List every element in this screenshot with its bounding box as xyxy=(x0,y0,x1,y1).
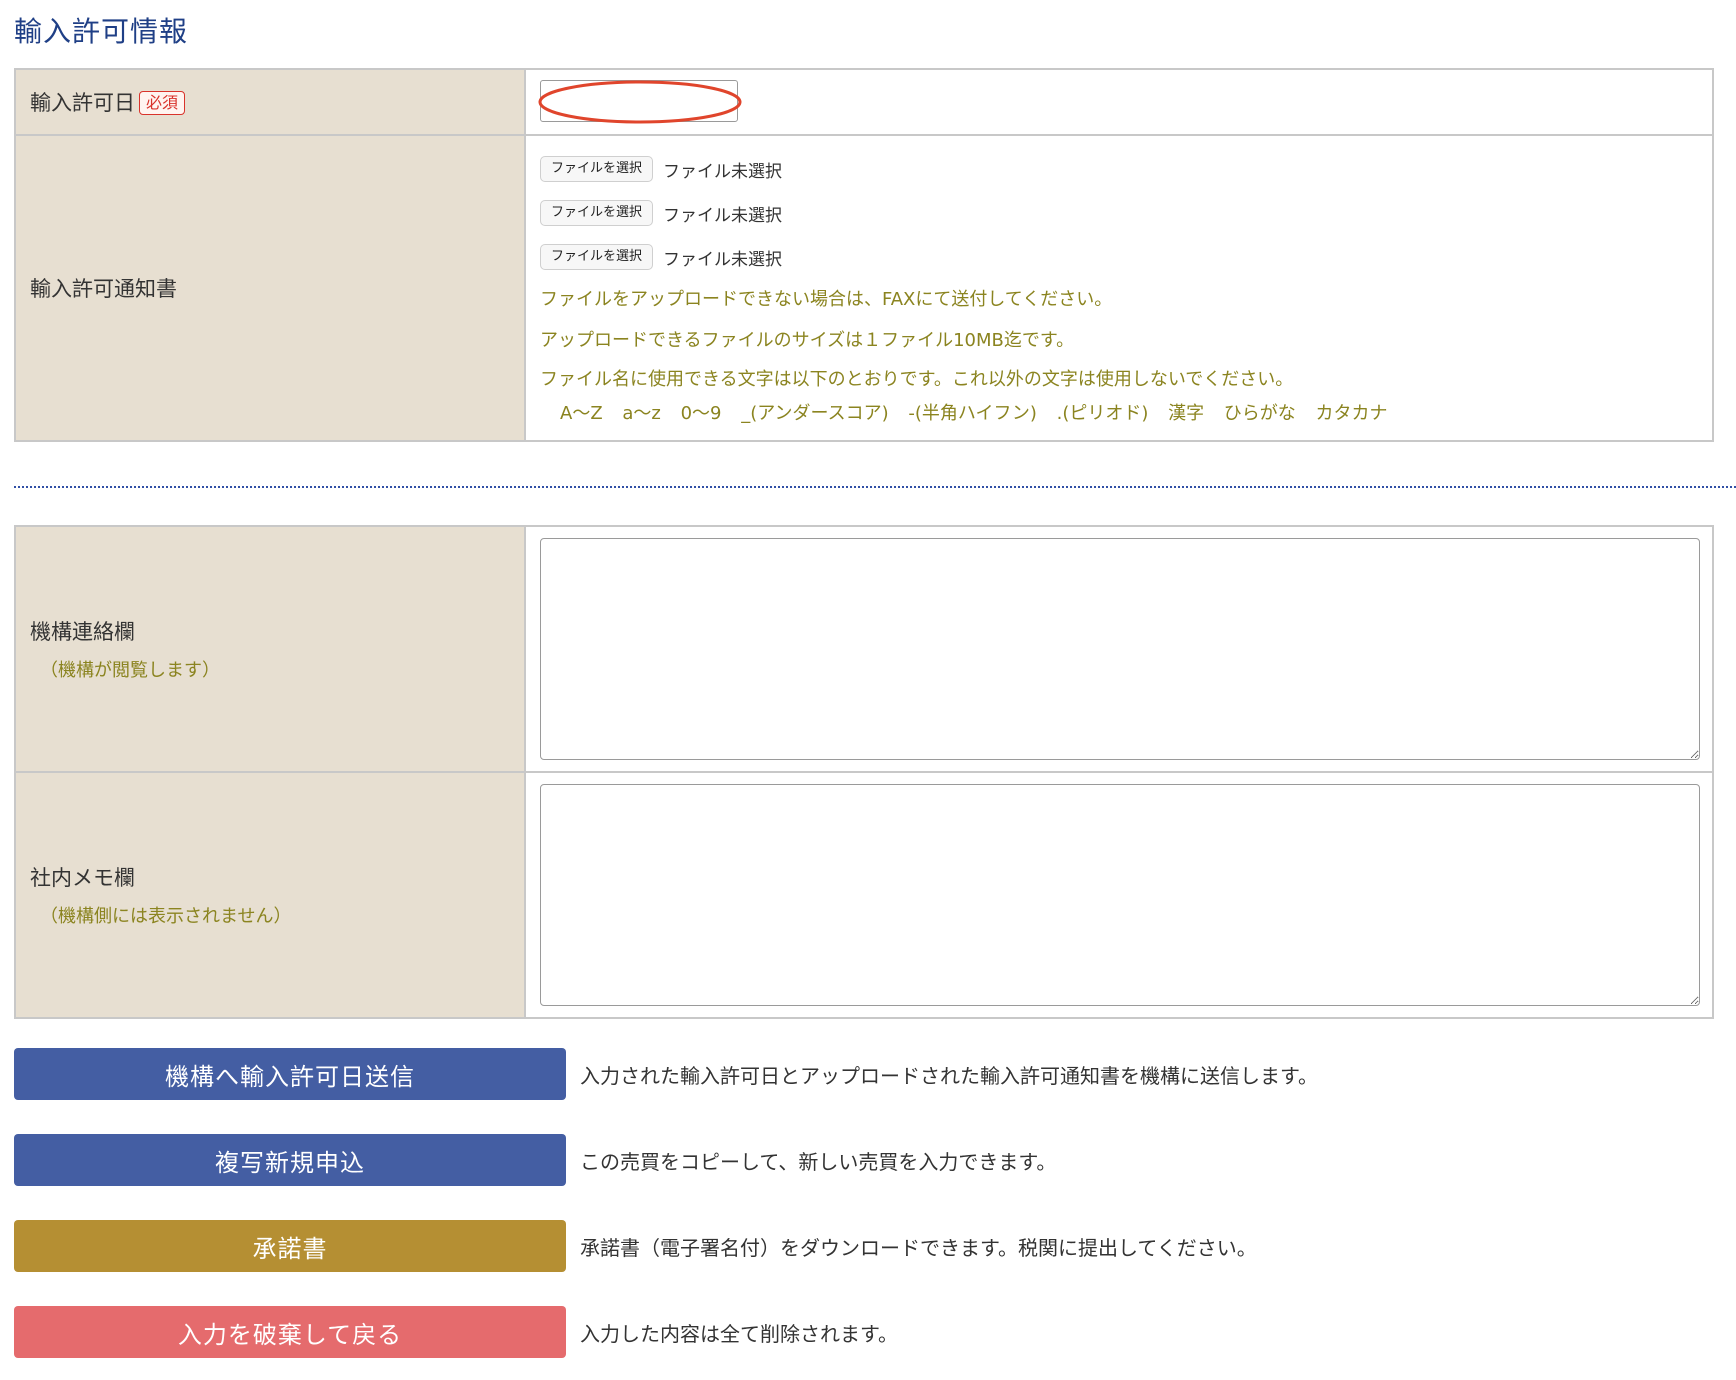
discard-and-return-description: 入力した内容は全て削除されます。 xyxy=(580,1321,898,1346)
upload-note-filename: ファイル名に使用できる文字は以下のとおりです。これ以外の文字は使用しないでくださ… xyxy=(540,369,1294,390)
permit-notice-row: 輸入許可通知書 ファイルを選択 ファイル未選択 ファイルを選択 ファイル未選択 … xyxy=(14,134,1714,442)
permit-date-wrapper xyxy=(538,80,742,124)
agency-memo-label-cell: 機構連絡欄 （機構が閲覧します） xyxy=(14,525,526,773)
send-permit-date-description: 入力された輸入許可日とアップロードされた輸入許可通知書を機構に送信します。 xyxy=(580,1063,1318,1088)
internal-memo-sublabel: （機構側には表示されません） xyxy=(40,906,292,927)
agency-memo-row: 機構連絡欄 （機構が閲覧します） xyxy=(14,525,1714,773)
file-status-3: ファイル未選択 xyxy=(663,249,783,270)
file-status-2: ファイル未選択 xyxy=(663,205,783,226)
copy-new-application-description: この売買をコピーして、新しい売買を入力できます。 xyxy=(580,1149,1057,1174)
discard-and-return-button[interactable]: 入力を破棄して戻る xyxy=(14,1306,566,1358)
permit-date-input[interactable] xyxy=(540,80,738,122)
section-title: 輸入許可情報 xyxy=(14,15,189,48)
agency-memo-label: 機構連絡欄 xyxy=(30,620,135,644)
file-status-1: ファイル未選択 xyxy=(663,161,783,182)
required-badge: 必須 xyxy=(139,91,186,115)
file-upload-2: ファイルを選択 ファイル未選択 xyxy=(540,191,1698,235)
permit-date-row: 輸入許可日 必須 xyxy=(14,68,1714,136)
agency-memo-sublabel: （機構が閲覧します） xyxy=(40,660,220,681)
action-consent: 承諾書 承諾書（電子署名付）をダウンロードできます。税関に提出してください。 xyxy=(14,1220,1257,1272)
file-upload-3: ファイルを選択 ファイル未選択 xyxy=(540,235,1698,279)
action-copy-new: 複写新規申込 この売買をコピーして、新しい売買を入力できます。 xyxy=(14,1134,1056,1186)
consent-document-button[interactable]: 承諾書 xyxy=(14,1220,566,1272)
action-discard: 入力を破棄して戻る 入力した内容は全て削除されます。 xyxy=(14,1306,898,1358)
permit-date-label-cell: 輸入許可日 必須 xyxy=(14,68,526,136)
internal-memo-textarea[interactable] xyxy=(540,784,1700,1006)
choose-file-button-3[interactable]: ファイルを選択 xyxy=(540,244,654,270)
choose-file-button-2[interactable]: ファイルを選択 xyxy=(540,200,654,226)
permit-date-label: 輸入許可日 xyxy=(30,91,135,115)
permit-notice-label: 輸入許可通知書 xyxy=(30,277,177,301)
internal-memo-label-cell: 社内メモ欄 （機構側には表示されません） xyxy=(14,771,526,1019)
action-send-permit: 機構へ輸入許可日送信 入力された輸入許可日とアップロードされた輸入許可通知書を機… xyxy=(14,1048,1318,1100)
permit-notice-label-cell: 輸入許可通知書 xyxy=(14,134,526,442)
consent-document-description: 承諾書（電子署名付）をダウンロードできます。税関に提出してください。 xyxy=(580,1235,1257,1260)
agency-memo-value-cell xyxy=(524,525,1714,773)
internal-memo-label: 社内メモ欄 xyxy=(30,866,135,890)
permit-info-table: 輸入許可日 必須 輸入許可通知書 ファイルを選択 ファイル未選択 ファイルを選択 … xyxy=(14,68,1714,442)
memo-table: 機構連絡欄 （機構が閲覧します） 社内メモ欄 （機構側には表示されません） xyxy=(14,525,1714,1019)
permit-notice-value-cell: ファイルを選択 ファイル未選択 ファイルを選択 ファイル未選択 ファイルを選択 … xyxy=(524,134,1714,442)
allowed-characters: A〜Z a〜z 0〜9 _(アンダースコア) -(半角ハイフン) .(ピリオド)… xyxy=(560,403,1388,424)
upload-note-fax: ファイルをアップロードできない場合は、FAXにて送付してください。 xyxy=(540,289,1113,310)
section-divider xyxy=(14,486,1736,488)
agency-memo-textarea[interactable] xyxy=(540,538,1700,760)
copy-new-application-button[interactable]: 複写新規申込 xyxy=(14,1134,566,1186)
send-permit-date-button[interactable]: 機構へ輸入許可日送信 xyxy=(14,1048,566,1100)
file-upload-1: ファイルを選択 ファイル未選択 xyxy=(540,147,1698,191)
choose-file-button-1[interactable]: ファイルを選択 xyxy=(540,156,654,182)
internal-memo-row: 社内メモ欄 （機構側には表示されません） xyxy=(14,771,1714,1019)
internal-memo-value-cell xyxy=(524,771,1714,1019)
upload-note-size: アップロードできるファイルのサイズは１ファイル10MB迄です。 xyxy=(540,330,1075,351)
permit-date-value-cell xyxy=(524,68,1714,136)
